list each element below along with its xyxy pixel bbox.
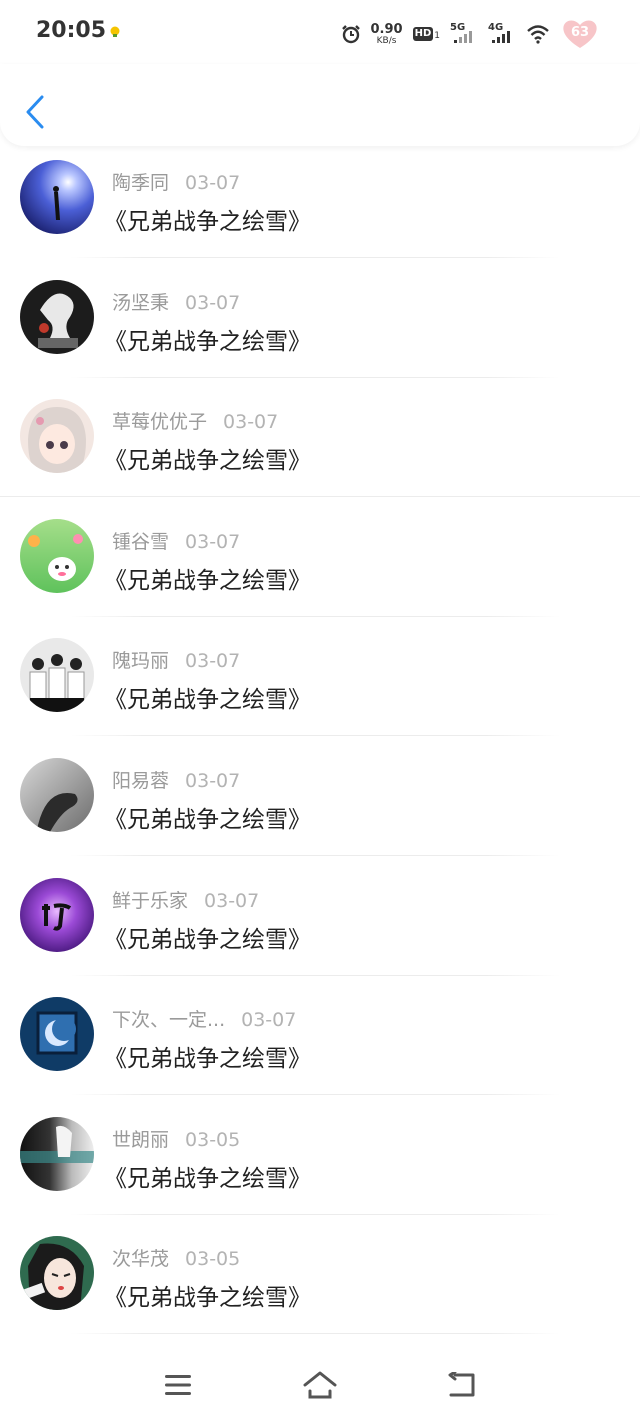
network-speed: 0.90 KB/s xyxy=(371,23,403,46)
item-date: 03-07 xyxy=(204,889,260,912)
list-item[interactable]: 鲜于乐家 03-07 《兄弟战争之绘雪》 xyxy=(0,868,640,988)
avatar[interactable] xyxy=(20,1236,94,1311)
avatar[interactable] xyxy=(20,638,94,713)
item-title[interactable]: 《兄弟战争之绘雪》 xyxy=(104,561,311,595)
home-icon xyxy=(303,1371,337,1399)
divider xyxy=(70,376,560,378)
menu-icon xyxy=(165,1375,191,1395)
user-name[interactable]: 隗玛丽 xyxy=(112,650,169,672)
battery-heart-icon: 63 xyxy=(560,18,600,50)
avatar[interactable] xyxy=(20,997,94,1072)
list-item[interactable]: 次华茂 03-05 《兄弟战争之绘雪》 xyxy=(0,1226,640,1346)
hd-icon: HD 1 xyxy=(412,27,440,41)
list-item[interactable]: 草莓优优子 03-07 《兄弟战争之绘雪》 xyxy=(0,389,640,509)
item-meta: 阳易蓉 03-07 xyxy=(112,766,240,793)
notification-icon xyxy=(110,26,120,37)
user-name[interactable]: 草莓优优子 xyxy=(112,411,207,433)
item-title[interactable]: 《兄弟战争之绘雪》 xyxy=(104,1278,311,1312)
list-item[interactable]: 汤坚秉 03-07 《兄弟战争之绘雪》 xyxy=(0,270,640,390)
user-name[interactable]: 世朗丽 xyxy=(112,1129,169,1151)
item-meta: 下次、一定... 03-07 xyxy=(112,1005,296,1032)
item-title[interactable]: 《兄弟战争之绘雪》 xyxy=(104,202,311,236)
item-date: 03-07 xyxy=(185,291,241,314)
status-time: 20:05 xyxy=(36,18,107,43)
avatar[interactable] xyxy=(20,877,94,952)
item-title[interactable]: 《兄弟战争之绘雪》 xyxy=(104,1039,311,1073)
item-title[interactable]: 《兄弟战争之绘雪》 xyxy=(104,322,311,356)
avatar[interactable] xyxy=(20,1116,94,1191)
item-meta: 次华茂 03-05 xyxy=(112,1244,240,1271)
list-item[interactable]: 世朗丽 03-05 《兄弟战争之绘雪》 xyxy=(0,1107,640,1227)
divider xyxy=(70,1333,560,1335)
comment-list: 陶季同 03-07 《兄弟战争之绘雪》 汤坚秉 03-07 《兄弟战争之绘雪》 xyxy=(0,150,640,1346)
item-meta: 汤坚秉 03-07 xyxy=(112,288,240,315)
divider xyxy=(70,854,560,856)
menu-button[interactable] xyxy=(158,1365,198,1405)
list-item[interactable]: 锺谷雪 03-07 《兄弟战争之绘雪》 xyxy=(0,509,640,629)
user-name[interactable]: 汤坚秉 xyxy=(112,292,169,314)
speed-value: 0.90 xyxy=(370,21,403,37)
divider xyxy=(70,615,560,617)
hd-sub: 1 xyxy=(434,31,440,41)
avatar[interactable] xyxy=(20,160,94,234)
user-name[interactable]: 鲜于乐家 xyxy=(112,890,188,912)
back-icon xyxy=(448,1372,475,1397)
item-meta: 隗玛丽 03-07 xyxy=(112,646,240,673)
battery-level: 63 xyxy=(570,25,590,40)
item-date: 03-07 xyxy=(185,650,241,673)
system-nav-bar xyxy=(0,1345,640,1423)
item-date: 03-07 xyxy=(241,1009,297,1032)
item-meta: 锺谷雪 03-07 xyxy=(112,527,240,554)
user-name[interactable]: 阳易蓉 xyxy=(112,770,169,792)
divider xyxy=(0,496,640,498)
alarm-icon xyxy=(341,25,360,44)
hd-label: HD xyxy=(412,27,434,41)
item-date: 03-07 xyxy=(185,530,241,553)
item-title[interactable]: 《兄弟战争之绘雪》 xyxy=(104,1159,311,1193)
divider xyxy=(70,974,560,976)
item-date: 03-05 xyxy=(185,1128,241,1151)
item-title[interactable]: 《兄弟战争之绘雪》 xyxy=(104,800,311,834)
list-item[interactable]: 隗玛丽 03-07 《兄弟战争之绘雪》 xyxy=(0,628,640,748)
home-button[interactable] xyxy=(300,1365,340,1405)
item-title[interactable]: 《兄弟战争之绘雪》 xyxy=(104,920,311,954)
back-button[interactable] xyxy=(20,92,50,132)
user-name[interactable]: 下次、一定... xyxy=(112,1009,225,1031)
item-title[interactable]: 《兄弟战争之绘雪》 xyxy=(104,680,311,714)
divider xyxy=(70,735,560,737)
status-bar: 20:05 0.90 KB/s HD 1 5G 4G 63 xyxy=(0,0,640,64)
back-nav-button[interactable] xyxy=(442,1365,482,1405)
divider xyxy=(70,1213,560,1215)
item-meta: 世朗丽 03-05 xyxy=(112,1125,240,1152)
item-title[interactable]: 《兄弟战争之绘雪》 xyxy=(104,441,311,475)
avatar[interactable] xyxy=(20,399,94,474)
list-item[interactable]: 阳易蓉 03-07 《兄弟战争之绘雪》 xyxy=(0,748,640,868)
avatar[interactable] xyxy=(20,518,94,593)
signal-4g-icon: 4G xyxy=(488,22,516,45)
item-meta: 草莓优优子 03-07 xyxy=(112,407,278,434)
user-name[interactable]: 陶季同 xyxy=(112,172,169,194)
list-item[interactable]: 陶季同 03-07 《兄弟战争之绘雪》 xyxy=(0,150,640,270)
user-name[interactable]: 次华茂 xyxy=(112,1248,169,1270)
list-item[interactable]: 下次、一定... 03-07 《兄弟战争之绘雪》 xyxy=(0,987,640,1107)
user-name[interactable]: 锺谷雪 xyxy=(112,531,169,553)
speed-unit: KB/s xyxy=(376,35,397,46)
item-date: 03-07 xyxy=(185,769,241,792)
item-meta: 陶季同 03-07 xyxy=(112,168,240,195)
chevron-left-icon xyxy=(26,95,44,129)
item-date: 03-07 xyxy=(223,411,279,434)
item-meta: 鲜于乐家 03-07 xyxy=(112,886,259,913)
item-date: 03-05 xyxy=(185,1248,241,1271)
item-date: 03-07 xyxy=(185,172,241,194)
signal-5g-icon: 5G xyxy=(450,22,478,45)
avatar[interactable] xyxy=(20,757,94,832)
divider xyxy=(70,257,560,258)
app-header xyxy=(0,64,640,146)
divider xyxy=(70,1094,560,1096)
wifi-icon xyxy=(527,25,549,44)
avatar[interactable] xyxy=(20,279,94,354)
